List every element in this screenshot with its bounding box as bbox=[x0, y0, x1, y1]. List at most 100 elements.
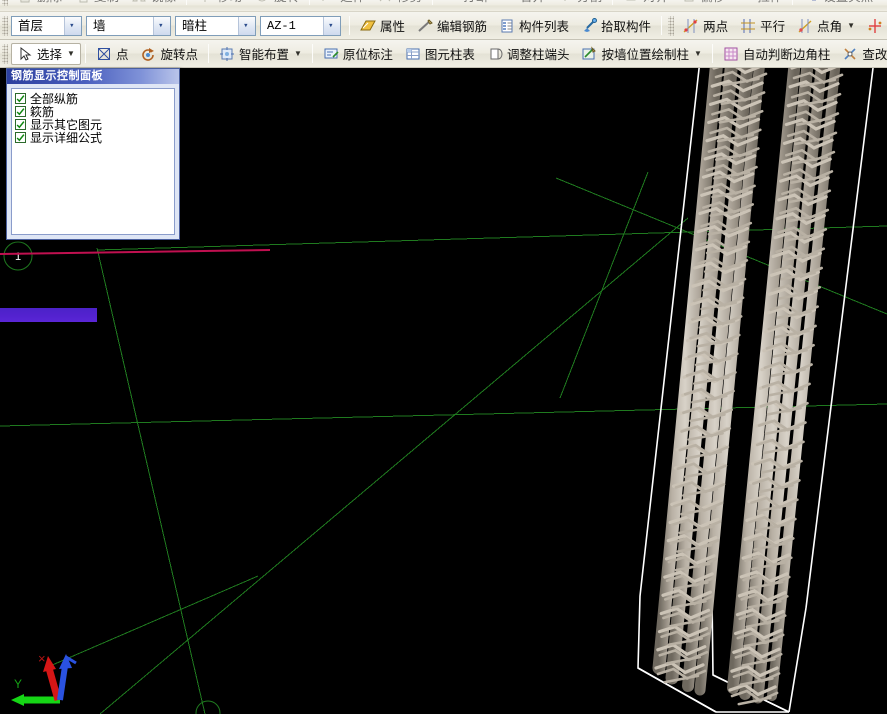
toolbar-button-edit-rebar[interactable]: 编辑钢筋 bbox=[411, 15, 493, 37]
toolbar-button-mirror[interactable]: 镜像 bbox=[125, 0, 182, 7]
toolbar-button-auto-edge-corner-column[interactable]: 自动判断边角柱 bbox=[717, 43, 837, 65]
toolbar-button-delete[interactable]: 删除 bbox=[11, 0, 68, 7]
toolbar-button-label: 原位标注 bbox=[342, 48, 393, 62]
axis-triad: × Y bbox=[11, 651, 77, 706]
axis-y-arrow bbox=[11, 694, 60, 706]
toolbar-separator bbox=[349, 16, 350, 35]
toolbar-button-split[interactable]: 分割 bbox=[551, 0, 608, 7]
toolbar-grip-icon[interactable] bbox=[2, 0, 8, 6]
toolbar-button-grip-point[interactable]: 设置夹点 bbox=[797, 0, 879, 7]
toolbar-button-cursor-select[interactable]: 选择 ▼ bbox=[11, 42, 81, 65]
toolbar-button-label: 合并 bbox=[520, 0, 545, 5]
axis-marker-1[interactable]: 1 bbox=[3, 241, 33, 271]
combo-component-subtype[interactable]: 暗柱 bbox=[175, 15, 256, 36]
toolbar-button-label: 拾取构件 bbox=[601, 20, 652, 34]
toolbar-button-offset[interactable]: 偏移 bbox=[674, 0, 731, 7]
toolbar-button-label: 自动判断边角柱 bbox=[742, 48, 831, 62]
smart-layout-icon bbox=[219, 46, 236, 62]
toolbar-button-pick-component[interactable]: 拾取构件 bbox=[575, 15, 657, 37]
chevron-down-icon[interactable]: ▼ bbox=[847, 21, 855, 30]
checkbox-checked-icon[interactable] bbox=[15, 106, 26, 117]
toolbar-button-extend[interactable]: 延伸 bbox=[314, 0, 371, 7]
toolbar-button-rotate-point[interactable]: 旋转点 bbox=[134, 43, 204, 65]
toolbar-button-move[interactable]: 移动 bbox=[191, 0, 248, 7]
toolbar-button-label: 偏移 bbox=[700, 0, 725, 5]
toolbar-button-adjust-column-end[interactable]: 调整柱端头 bbox=[481, 43, 576, 65]
rebar-option-label: 显示详细公式 bbox=[30, 131, 103, 145]
two-point-axis-icon bbox=[683, 18, 700, 34]
chevron-down-icon[interactable] bbox=[323, 16, 340, 35]
toolbar-button-label: 构件列表 bbox=[519, 20, 570, 34]
toolbar-button-draw-column-on-wall[interactable]: 按墙位置绘制柱 ▼ bbox=[575, 43, 707, 65]
combo-component-name-value: AZ-1 bbox=[267, 18, 296, 33]
checkbox-checked-icon[interactable] bbox=[15, 119, 26, 130]
align-icon bbox=[623, 0, 640, 4]
toolbar-button-two-point-axis[interactable]: 两点 bbox=[677, 15, 734, 37]
toolbar-button-in-place-annotate[interactable]: 原位标注 bbox=[317, 43, 399, 65]
toolbar-grip-icon[interactable] bbox=[2, 43, 8, 64]
chevron-down-icon[interactable] bbox=[238, 16, 255, 35]
toolbar-button-label: 按墙位置绘制柱 bbox=[601, 48, 689, 62]
toolbar-button-label: 设置夹点 bbox=[823, 0, 873, 5]
toolbar-button-stretch[interactable]: 拉伸 bbox=[731, 0, 788, 7]
toolbar-separator bbox=[432, 0, 434, 5]
trim-icon bbox=[377, 0, 394, 4]
toolbar-button-label: 平行 bbox=[760, 20, 786, 34]
toolbar-button-parallel-axis[interactable]: 平行 bbox=[734, 15, 791, 37]
checkbox-checked-icon[interactable] bbox=[15, 93, 26, 104]
rebar-display-control-panel[interactable]: 钢筋显示控制面板 全部纵筋 篍筋 显示其它图元 显示详细公式 bbox=[6, 68, 180, 240]
panel-title: 钢筋显示控制面板 bbox=[7, 69, 179, 84]
toolbar-button-point[interactable]: 点 bbox=[90, 43, 135, 65]
parallel-axis-icon bbox=[740, 18, 757, 34]
toolbar-separator bbox=[661, 16, 663, 35]
toolbar-button-label: 对齐 bbox=[643, 0, 668, 5]
rebar-option-row-3[interactable]: 显示详细公式 bbox=[12, 131, 174, 145]
chevron-down-icon[interactable]: ▼ bbox=[294, 49, 302, 58]
toolbar-button-label: 查改标注 bbox=[862, 48, 887, 62]
toolbar-button-smart-layout[interactable]: 智能布置 ▼ bbox=[213, 43, 308, 65]
chevron-down-icon[interactable]: ▼ bbox=[694, 49, 702, 58]
toolbar-separator bbox=[792, 0, 794, 5]
combo-floor[interactable]: 首层 bbox=[11, 15, 82, 36]
rebar-cage-3d[interactable] bbox=[637, 68, 874, 713]
toolbar-button-align[interactable]: 对齐 bbox=[617, 0, 674, 7]
mirror-icon bbox=[131, 0, 148, 4]
toolbar-separator bbox=[309, 0, 311, 5]
toolbar-grip-icon[interactable] bbox=[2, 15, 8, 36]
toolbar-button-trim[interactable]: 修剪 bbox=[371, 0, 428, 7]
toolbar-component-selector: 首层 墙 暗柱 AZ-1 属性 编辑钢筋 构件列表 拾取构件 两点 平行 点角 ▼ 三点辅轴 bbox=[0, 12, 887, 40]
checkbox-checked-icon[interactable] bbox=[15, 132, 26, 143]
toolbar-separator bbox=[311, 44, 313, 63]
wall-element[interactable] bbox=[0, 308, 97, 322]
toolbar-button-component-list[interactable]: 构件列表 bbox=[493, 15, 575, 37]
toolbar-button-point-angle-axis[interactable]: 点角 ▼ bbox=[791, 15, 861, 37]
three-point-axis-icon bbox=[867, 18, 884, 34]
toolbar-button-label: 编辑钢筋 bbox=[437, 20, 488, 34]
chevron-down-icon[interactable] bbox=[64, 16, 81, 35]
toolbar-button-break[interactable]: 打断 bbox=[437, 0, 494, 7]
toolbar-button-label: 分割 bbox=[577, 0, 602, 5]
toolbar-button-label: 复制 bbox=[94, 0, 119, 5]
draw-column-on-wall-icon bbox=[581, 45, 598, 62]
toolbar-button-copy[interactable]: 复制 bbox=[68, 0, 125, 7]
toolbar-button-element-column-table[interactable]: 图元柱表 bbox=[399, 43, 481, 65]
toolbar-button-property[interactable]: 属性 bbox=[354, 15, 411, 37]
chevron-down-icon[interactable] bbox=[153, 16, 170, 35]
point-angle-axis-icon bbox=[797, 18, 814, 34]
axis-marker-bottom[interactable] bbox=[195, 700, 221, 714]
combo-component-name[interactable]: AZ-1 bbox=[260, 15, 341, 36]
toolbar-button-rotate[interactable]: 旋转 bbox=[248, 0, 305, 7]
point-icon bbox=[96, 46, 113, 62]
toolbar-button-check-edit-annotation[interactable]: 查改标注 bbox=[836, 43, 887, 65]
combo-component-type[interactable]: 墙 bbox=[86, 15, 171, 36]
break-icon bbox=[443, 0, 460, 4]
toolbar-button-three-point-axis[interactable]: 三点辅轴 bbox=[861, 15, 887, 37]
toolbar-button-merge[interactable]: 合并 bbox=[494, 0, 551, 7]
toolbar-separator bbox=[207, 44, 209, 63]
chevron-down-icon[interactable]: ▼ bbox=[67, 49, 75, 58]
toolbar-button-label: 点 bbox=[115, 48, 129, 62]
toolbar-grip-icon[interactable] bbox=[668, 15, 675, 36]
axis-y-label: Y bbox=[14, 677, 22, 691]
edit-rebar-icon bbox=[417, 18, 434, 34]
toolbar-button-label: 拉伸 bbox=[757, 0, 782, 5]
